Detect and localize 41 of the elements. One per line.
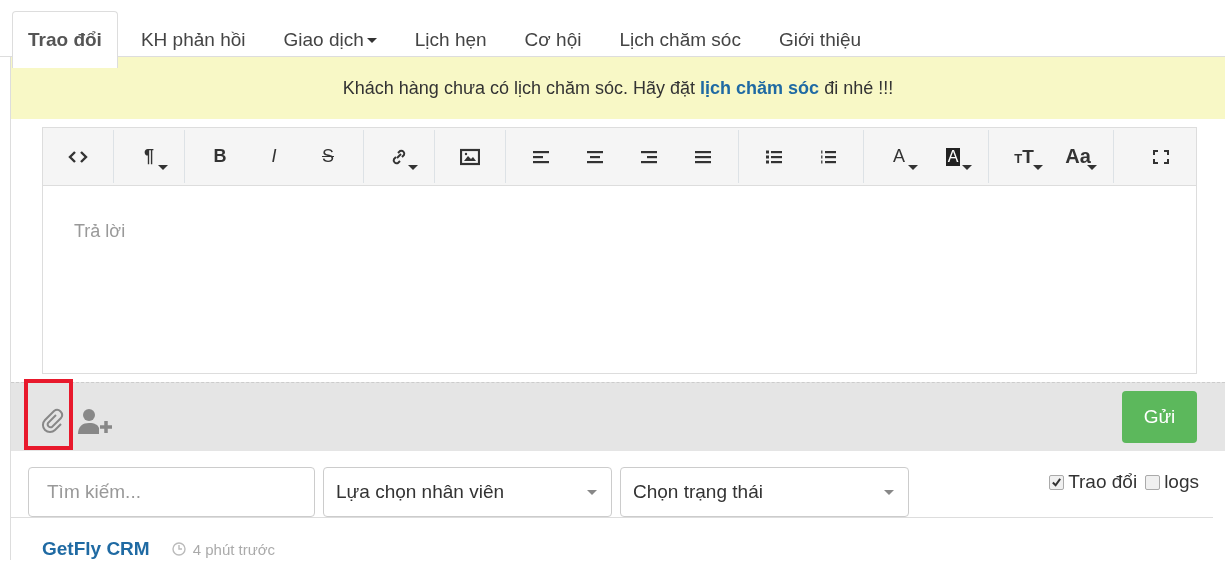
paragraph-button[interactable]: ¶: [122, 130, 176, 183]
caret-icon: [884, 489, 894, 495]
font-name-button[interactable]: Aa: [1051, 130, 1105, 183]
highlight-frame: [24, 379, 73, 450]
caret-icon: [408, 165, 418, 170]
add-person-icon[interactable]: [78, 408, 114, 434]
font-size-button[interactable]: TT: [997, 130, 1051, 183]
checkbox[interactable]: [1145, 474, 1161, 490]
checkbox-label: logs: [1164, 471, 1199, 493]
search-field[interactable]: Tìm kiếm...: [28, 467, 315, 517]
tab[interactable]: Giao dịch: [264, 11, 396, 68]
author-name[interactable]: GetFly CRM: [42, 538, 150, 560]
strike-button[interactable]: S: [301, 130, 355, 183]
caret-icon: [908, 165, 918, 170]
caret-icon: [1033, 165, 1043, 170]
tab[interactable]: KH phản hồi: [121, 11, 265, 68]
notice-link[interactable]: lịch chăm sóc: [700, 77, 820, 98]
clock-icon: [171, 542, 186, 556]
bold-button[interactable]: B: [193, 130, 247, 183]
fullscreen-icon: [1151, 147, 1171, 166]
back-color-button[interactable]: A: [926, 130, 980, 183]
fore-color-button[interactable]: A: [872, 130, 926, 183]
italic-button[interactable]: I: [247, 130, 301, 183]
tab[interactable]: Lịch chăm sóc: [600, 11, 760, 68]
caret-icon: [158, 165, 168, 170]
checkbox-label: Trao đổi: [1068, 471, 1138, 493]
tab[interactable]: Lịch hẹn: [395, 11, 506, 68]
notice-text: Khách hàng chưa có lịch chăm sóc. Hãy đặt lịch chăm sóc đi nhé !!!: [342, 77, 894, 99]
caret-icon: [1087, 165, 1097, 170]
caret-icon: [962, 165, 972, 170]
paperclip-icon[interactable]: [40, 408, 66, 434]
dropdown-select[interactable]: Chọn trạng thái: [620, 467, 909, 517]
image-icon: [460, 147, 480, 166]
dropdown-select[interactable]: Lựa chọn nhân viên: [323, 467, 612, 517]
caret-icon: [587, 489, 597, 495]
tab[interactable]: Cơ hội: [505, 11, 601, 68]
tab[interactable]: Giới thiệu: [759, 11, 881, 68]
tab[interactable]: Trao đổi: [12, 11, 118, 68]
checkbox[interactable]: [1049, 474, 1065, 490]
caret-icon: [366, 37, 377, 43]
timestamp: 4 phút trước: [192, 540, 276, 558]
